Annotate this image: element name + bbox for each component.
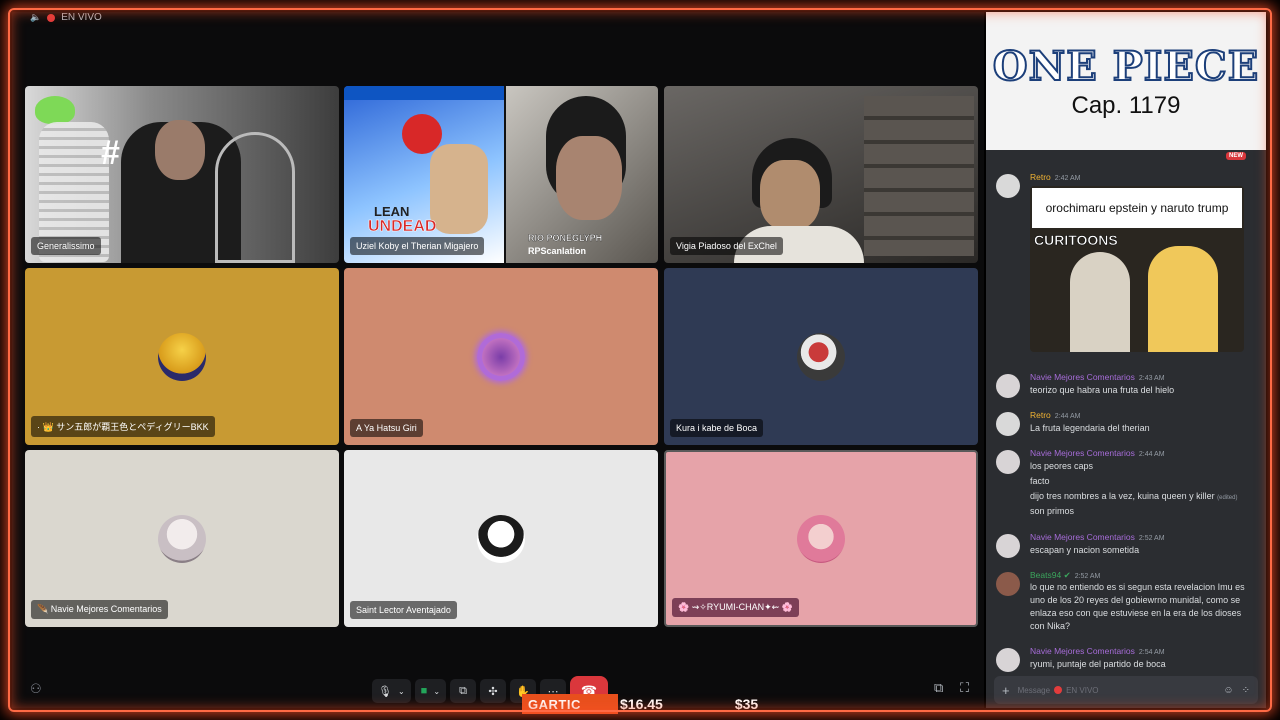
- stream-frame-border: [8, 8, 1272, 712]
